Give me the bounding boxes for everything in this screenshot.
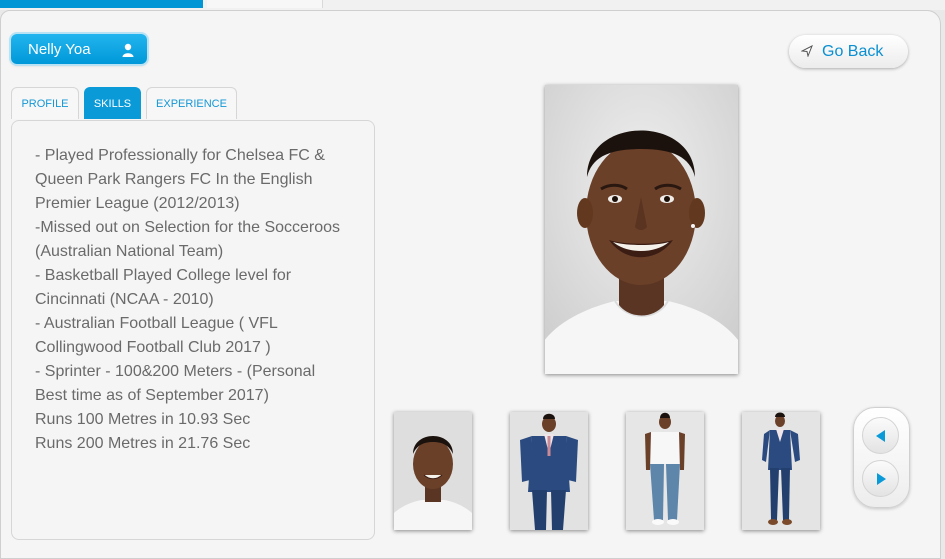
skills-line: (Australian National Team) bbox=[35, 243, 224, 260]
skills-line: -Missed out on Selection for the Soccero… bbox=[35, 219, 341, 236]
thumbnail-headshot[interactable] bbox=[394, 412, 472, 530]
tab-profile[interactable]: PROFILE bbox=[11, 87, 79, 119]
profile-name-badge: Nelly Yoa bbox=[11, 34, 147, 64]
gallery-prev-button[interactable] bbox=[862, 417, 899, 454]
go-back-button[interactable]: Go Back bbox=[789, 35, 908, 68]
skills-line: - Played Professionally for Chelsea FC & bbox=[35, 147, 325, 164]
triangle-left-icon bbox=[876, 430, 885, 442]
user-icon bbox=[122, 43, 134, 57]
gallery-next-button[interactable] bbox=[862, 460, 899, 497]
thumbnail-blue-suit-full[interactable] bbox=[742, 412, 820, 530]
top-tab-inactive[interactable] bbox=[207, 0, 323, 8]
skills-line: Queen Park Rangers FC In the English bbox=[35, 171, 313, 188]
tab-skills[interactable]: SKILLS bbox=[84, 87, 141, 119]
skills-line: - Basketball Played College level for bbox=[35, 267, 292, 284]
skills-line: Premier League (2012/2013) bbox=[35, 195, 240, 212]
skills-line: - Australian Football League ( VFL bbox=[35, 315, 278, 332]
skills-line: Cincinnati (NCAA - 2010) bbox=[35, 291, 214, 308]
go-back-label: Go Back bbox=[822, 43, 884, 60]
profile-name: Nelly Yoa bbox=[28, 41, 91, 58]
skills-content: - Played Professionally for Chelsea FC &… bbox=[11, 120, 375, 540]
triangle-right-icon bbox=[877, 473, 886, 485]
skills-line: Collingwood Football Club 2017 ) bbox=[35, 339, 271, 356]
skills-line: Runs 200 Metres in 21.76 Sec bbox=[35, 435, 251, 452]
skills-line: Best time as of September 2017) bbox=[35, 387, 269, 404]
tab-experience[interactable]: EXPERIENCE bbox=[146, 87, 237, 119]
main-photo bbox=[545, 85, 738, 374]
top-tab-active[interactable] bbox=[0, 0, 203, 8]
skills-line: Runs 100 Metres in 10.93 Sec bbox=[35, 411, 251, 428]
gallery-nav bbox=[853, 407, 910, 508]
skills-line: - Sprinter - 100&200 Meters - (Personal bbox=[35, 363, 316, 380]
arrow-pointer-icon bbox=[801, 45, 813, 57]
thumbnail-blue-suit-front[interactable] bbox=[510, 412, 588, 530]
top-tab-strip bbox=[0, 0, 945, 10]
thumbnail-white-tshirt-jeans[interactable] bbox=[626, 412, 704, 530]
